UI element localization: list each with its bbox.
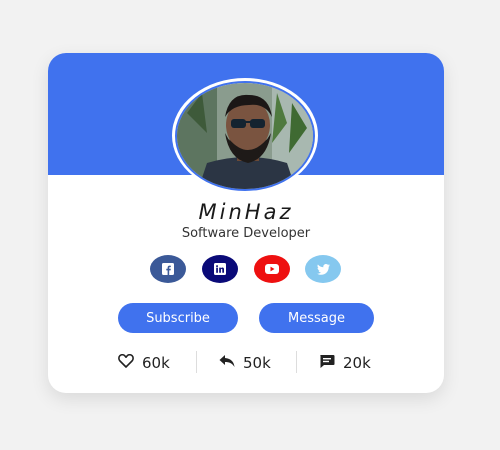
- likes-count: 60k: [142, 354, 170, 372]
- shares-count: 50k: [243, 354, 271, 372]
- twitter-icon: [316, 263, 330, 275]
- profile-role: Software Developer: [181, 226, 311, 241]
- avatar-photo: [175, 81, 315, 191]
- youtube-icon: [265, 264, 279, 274]
- subscribe-button[interactable]: Subscribe: [118, 303, 238, 333]
- youtube-button[interactable]: [254, 255, 290, 283]
- linkedin-icon: [214, 263, 226, 275]
- comments-count: 20k: [343, 354, 371, 372]
- divider: [196, 351, 197, 373]
- likes-stat[interactable]: 60k: [118, 351, 170, 375]
- profile-card: MinHaz Software Developer Subscribe Mess…: [48, 53, 444, 393]
- facebook-button[interactable]: [150, 255, 186, 283]
- facebook-icon: [162, 263, 174, 275]
- profile-name: MinHaz: [198, 200, 294, 224]
- message-button[interactable]: Message: [259, 303, 374, 333]
- heart-icon: [118, 353, 134, 372]
- shares-stat[interactable]: 50k: [219, 351, 271, 375]
- linkedin-button[interactable]: [202, 255, 238, 283]
- comments-stat[interactable]: 20k: [319, 351, 371, 375]
- divider: [296, 351, 297, 373]
- twitter-button[interactable]: [305, 255, 341, 283]
- avatar: [172, 78, 318, 193]
- reply-icon: [219, 354, 235, 372]
- stats-bar: 60k 50k 20k: [48, 351, 444, 375]
- comment-icon: [319, 354, 335, 373]
